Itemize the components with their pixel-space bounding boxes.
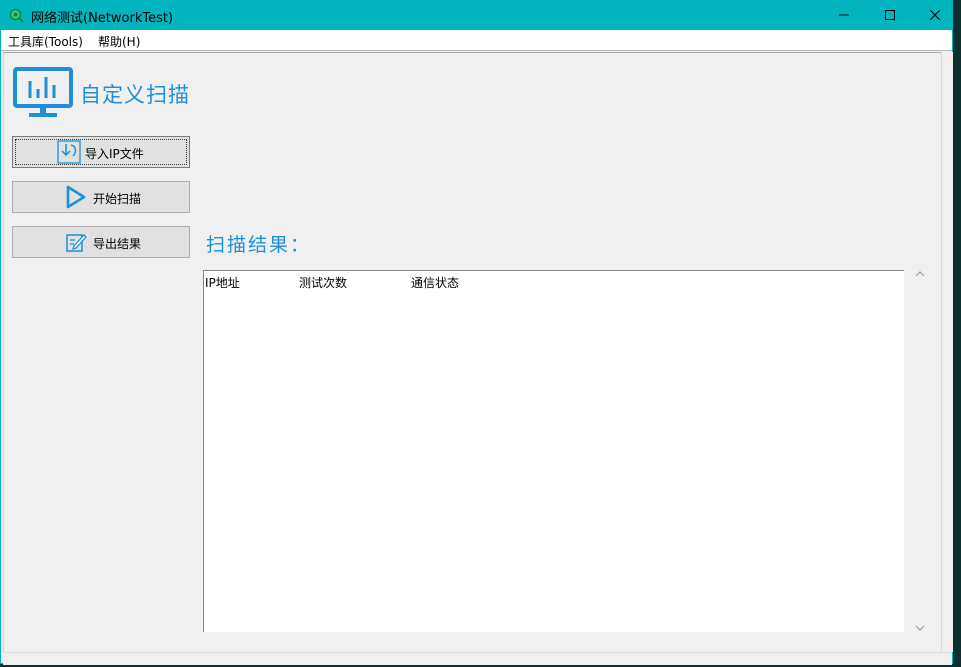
title-bar[interactable]: 网络测试(NetworkTest): [1, 1, 952, 30]
desktop-edge: [957, 0, 961, 667]
monitor-chart-icon: [13, 67, 73, 117]
magnifier-app-icon: [9, 8, 24, 23]
column-header-status[interactable]: 通信状态: [411, 274, 459, 291]
close-button[interactable]: [912, 1, 958, 30]
maximize-button[interactable]: [867, 1, 913, 30]
results-list[interactable]: IP地址 测试次数 通信状态: [203, 270, 904, 632]
results-heading: 扫描结果：: [206, 234, 312, 256]
export-edit-icon: [66, 234, 87, 252]
start-scan-label: 开始扫描: [93, 192, 142, 206]
right-margin: [941, 52, 953, 652]
minimize-button[interactable]: [821, 1, 867, 30]
menu-help[interactable]: 帮助(H): [98, 33, 140, 50]
scroll-up-icon[interactable]: [915, 271, 925, 277]
window-title: 网络测试(NetworkTest): [31, 11, 174, 26]
close-icon: [930, 10, 940, 20]
results-scrollbar[interactable]: [906, 265, 934, 637]
menu-tools[interactable]: 工具库(Tools): [8, 33, 83, 50]
page-title: 自定义扫描: [80, 83, 190, 107]
import-file-icon: [57, 140, 81, 164]
column-header-ip[interactable]: IP地址: [205, 274, 240, 291]
export-results-button[interactable]: 导出结果: [12, 226, 190, 258]
play-icon: [66, 185, 86, 209]
menu-bar: 工具库(Tools) 帮助(H): [1, 30, 952, 51]
import-ip-file-button[interactable]: 导入IP文件: [12, 136, 190, 168]
maximize-icon: [885, 10, 895, 20]
export-results-label: 导出结果: [93, 237, 142, 251]
import-ip-file-label: 导入IP文件: [85, 147, 144, 161]
start-scan-button[interactable]: 开始扫描: [12, 181, 190, 213]
minimize-icon: [839, 14, 849, 16]
scroll-down-icon[interactable]: [915, 625, 925, 631]
app-window: 网络测试(NetworkTest) 工具库(Tools) 帮助(H) 自定义扫描…: [0, 0, 953, 665]
status-strip: [3, 652, 952, 665]
column-header-test-count[interactable]: 测试次数: [299, 274, 347, 291]
